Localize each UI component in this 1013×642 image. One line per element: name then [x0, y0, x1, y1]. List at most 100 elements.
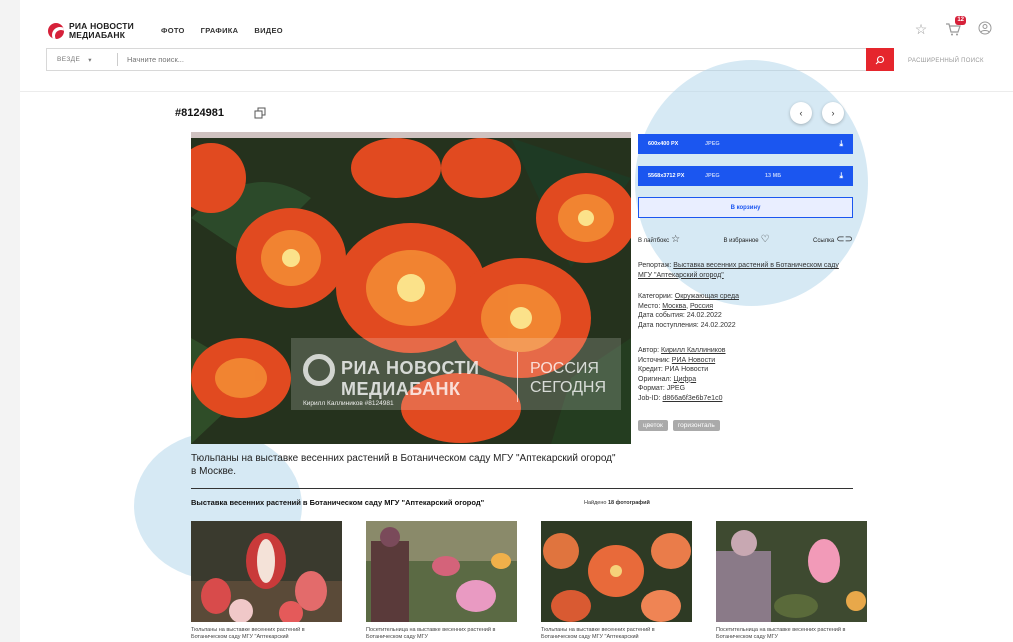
logo[interactable]: РИА НОВОСТИ МЕДИАБАНК: [48, 22, 134, 39]
watermark-brand2: МЕДИАБАНК: [341, 379, 461, 399]
ria-logo-icon: [48, 22, 64, 39]
watermark-brand4: СЕГОДНЯ: [530, 379, 607, 396]
advanced-search-link[interactable]: РАСШИРЕННЫЙ ПОИСК: [908, 58, 984, 64]
thumb-caption: Посетительница на выставке весенних раст…: [366, 627, 496, 640]
tag-flower[interactable]: цветок: [638, 420, 668, 431]
chevron-right-icon: ›: [831, 108, 835, 118]
chevron-down-icon: ▾: [88, 56, 92, 64]
source-row: Источник: РИА Новости: [638, 356, 853, 366]
star-icon[interactable]: ☆: [913, 21, 929, 37]
logo-line2: МЕДИАБАНК: [69, 29, 126, 40]
source-label: Источник:: [638, 356, 670, 364]
favorites-action[interactable]: В избранное ♡: [723, 234, 769, 245]
tag-horizontal[interactable]: горизонталь: [672, 420, 720, 431]
item-id: #8124981: [175, 107, 224, 119]
user-icon[interactable]: [977, 21, 993, 37]
report-meta: Репортаж: Выставка весенних растений в Б…: [638, 261, 853, 280]
event-date: Дата события: 24.02.2022: [638, 312, 722, 319]
source-link[interactable]: РИА Новости: [672, 357, 715, 364]
author-label: Автор:: [638, 347, 660, 354]
found-value: 18 фотографий: [608, 500, 650, 506]
series-title[interactable]: Выставка весенних растений в Ботаническо…: [191, 498, 484, 507]
watermark-credit: Кирилл Каллиников #8124981: [303, 400, 394, 407]
divider: [191, 488, 853, 489]
nav-graphics[interactable]: ГРАФИКА: [201, 26, 239, 35]
job-link[interactable]: d866a6f3e6b7e1c0: [663, 395, 723, 402]
download-icon: ⤓: [839, 171, 843, 180]
main-photo[interactable]: РИА НОВОСТИ МЕДИАБАНК РОССИЯ СЕГОДНЯ Кир…: [191, 132, 631, 444]
category-label: Категории:: [638, 293, 673, 300]
photo-nav: ‹ ›: [790, 102, 844, 124]
photo-caption: Тюльпаны на выставке весенних растений в…: [191, 453, 616, 477]
download-option-small[interactable]: 600x400 PX JPEG ⤓: [638, 134, 853, 154]
format-text: Формат: JPEG: [638, 385, 686, 392]
copy-icon[interactable]: [254, 107, 266, 122]
header: РИА НОВОСТИ МЕДИАБАНК ФОТО ГРАФИКА ВИДЕО…: [20, 0, 1013, 92]
watermark-brand1: РИА НОВОСТИ: [341, 358, 480, 378]
download-size: 13 МБ: [765, 173, 782, 179]
thumb-caption: Тюльпаны на выставке весенних растений в…: [191, 627, 305, 640]
download-res: 5568x3712 PX: [648, 173, 685, 179]
watermark-logo-icon: [303, 354, 335, 386]
series-count: Найдено 18 фотографий: [584, 500, 650, 506]
tags: цветок горизонталь: [638, 420, 720, 431]
cart-count-badge: 12: [955, 16, 966, 25]
download-format: JPEG: [705, 173, 720, 179]
category-row: Категории: Окружающая среда: [638, 292, 853, 302]
download-format: JPEG: [705, 141, 720, 147]
nav-photo[interactable]: ФОТО: [161, 26, 185, 35]
original-label: Оригинал:: [638, 375, 672, 383]
cart-icon[interactable]: 12: [945, 16, 966, 37]
credit-text: Кредит: РИА Новости: [638, 366, 709, 373]
details-meta: Категории: Окружающая среда Место: Москв…: [638, 292, 853, 330]
original-link[interactable]: Цифра: [673, 376, 696, 383]
search-icon: [875, 55, 885, 64]
series-thumb[interactable]: [716, 521, 867, 622]
add-to-cart-button[interactable]: В корзину: [638, 197, 853, 218]
heart-icon: ♡: [760, 234, 770, 245]
star-icon: ☆: [671, 234, 681, 245]
thumb-caption: Тюльпаны на выставке весенних растений в…: [541, 627, 655, 640]
favorites-label: В избранное: [723, 238, 759, 244]
job-label: Job-ID:: [638, 394, 661, 402]
page: РИА НОВОСТИ МЕДИАБАНК ФОТО ГРАФИКА ВИДЕО…: [20, 0, 1013, 642]
download-icon: ⤓: [839, 139, 843, 148]
place-row: Место: Москва, Россия: [638, 302, 713, 310]
watermark-divider: [517, 352, 518, 402]
actions-row: В лайтбокс ☆ В избранное ♡ Ссылка ⊂⊃: [638, 234, 853, 245]
header-icons: ☆ 12: [913, 16, 993, 37]
series-thumb[interactable]: [191, 521, 342, 622]
link-action[interactable]: Ссылка ⊂⊃: [813, 234, 853, 245]
search-scope-select[interactable]: ВЕЗДЕ ▾: [47, 56, 117, 64]
next-photo-button[interactable]: ›: [822, 102, 844, 124]
original-row: Оригинал: Цифра: [638, 375, 853, 385]
received-date: Дата поступления: 24.02.2022: [638, 321, 736, 329]
place-link-city[interactable]: Москва: [662, 303, 686, 310]
search-divider: [117, 53, 118, 66]
watermark-brand3: РОССИЯ: [530, 360, 599, 377]
search-button[interactable]: [866, 48, 894, 71]
series-thumb[interactable]: [366, 521, 517, 622]
report-label: Репортаж:: [638, 262, 672, 269]
chevron-left-icon: ‹: [799, 108, 803, 118]
author-meta: Автор: Кирилл Каллиников Источник: РИА Н…: [638, 346, 853, 403]
author-row: Автор: Кирилл Каллиников: [638, 346, 853, 356]
place-link-country[interactable]: Россия: [690, 303, 713, 310]
series-thumb[interactable]: [541, 521, 692, 622]
download-option-large[interactable]: 5568x3712 PX JPEG 13 МБ ⤓: [638, 166, 853, 186]
download-res: 600x400 PX: [648, 141, 679, 147]
job-row: Job-ID: d866a6f3e6b7e1c0: [638, 394, 853, 404]
link-label: Ссылка: [812, 238, 835, 244]
place-label: Место:: [638, 302, 661, 310]
lightbox-label: В лайтбокс: [638, 238, 670, 244]
lightbox-action[interactable]: В лайтбокс ☆: [638, 234, 680, 245]
link-icon: ⊂⊃: [836, 234, 853, 245]
author-link[interactable]: Кирилл Каллиников: [661, 347, 725, 354]
main-nav: ФОТО ГРАФИКА ВИДЕО: [161, 26, 283, 35]
category-link[interactable]: Окружающая среда: [675, 293, 739, 300]
found-label: Найдено: [584, 500, 607, 506]
thumb-caption: Посетительница на выставке весенних раст…: [716, 627, 846, 640]
nav-video[interactable]: ВИДЕО: [254, 26, 283, 35]
prev-photo-button[interactable]: ‹: [790, 102, 812, 124]
search-scope-label: ВЕЗДЕ: [57, 56, 81, 63]
